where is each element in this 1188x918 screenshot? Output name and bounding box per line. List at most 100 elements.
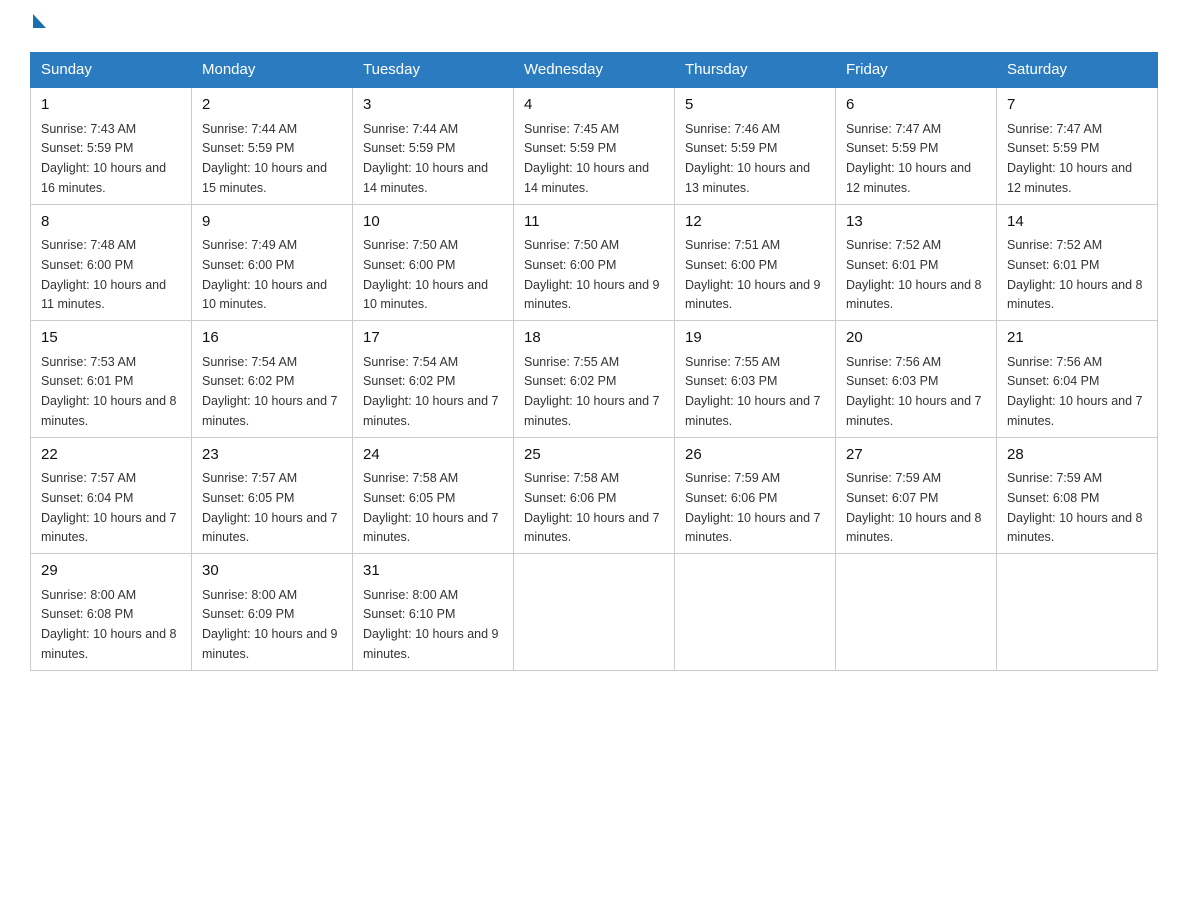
day-info: Sunrise: 7:50 AMSunset: 6:00 PMDaylight:… bbox=[524, 238, 660, 311]
calendar-header-wednesday: Wednesday bbox=[514, 53, 675, 88]
day-number: 18 bbox=[524, 327, 664, 350]
day-number: 9 bbox=[202, 211, 342, 234]
page-header bbox=[30, 20, 1158, 34]
day-info: Sunrise: 7:47 AMSunset: 5:59 PMDaylight:… bbox=[1007, 122, 1132, 195]
calendar-cell: 16 Sunrise: 7:54 AMSunset: 6:02 PMDaylig… bbox=[192, 321, 353, 438]
calendar-week-row: 15 Sunrise: 7:53 AMSunset: 6:01 PMDaylig… bbox=[31, 321, 1158, 438]
day-info: Sunrise: 7:49 AMSunset: 6:00 PMDaylight:… bbox=[202, 238, 327, 311]
day-number: 19 bbox=[685, 327, 825, 350]
calendar-week-row: 1 Sunrise: 7:43 AMSunset: 5:59 PMDayligh… bbox=[31, 87, 1158, 204]
calendar-cell: 13 Sunrise: 7:52 AMSunset: 6:01 PMDaylig… bbox=[836, 204, 997, 321]
calendar-cell: 21 Sunrise: 7:56 AMSunset: 6:04 PMDaylig… bbox=[997, 321, 1158, 438]
day-number: 6 bbox=[846, 94, 986, 117]
day-number: 16 bbox=[202, 327, 342, 350]
day-info: Sunrise: 8:00 AMSunset: 6:08 PMDaylight:… bbox=[41, 588, 177, 661]
calendar-cell: 4 Sunrise: 7:45 AMSunset: 5:59 PMDayligh… bbox=[514, 87, 675, 204]
calendar-header-friday: Friday bbox=[836, 53, 997, 88]
day-info: Sunrise: 7:58 AMSunset: 6:05 PMDaylight:… bbox=[363, 471, 499, 544]
day-number: 28 bbox=[1007, 444, 1147, 467]
calendar-header-row: SundayMondayTuesdayWednesdayThursdayFrid… bbox=[31, 53, 1158, 88]
calendar-cell: 19 Sunrise: 7:55 AMSunset: 6:03 PMDaylig… bbox=[675, 321, 836, 438]
day-info: Sunrise: 7:54 AMSunset: 6:02 PMDaylight:… bbox=[202, 355, 338, 428]
day-info: Sunrise: 7:44 AMSunset: 5:59 PMDaylight:… bbox=[363, 122, 488, 195]
day-number: 23 bbox=[202, 444, 342, 467]
calendar-cell: 2 Sunrise: 7:44 AMSunset: 5:59 PMDayligh… bbox=[192, 87, 353, 204]
day-number: 31 bbox=[363, 560, 503, 583]
day-number: 10 bbox=[363, 211, 503, 234]
day-number: 25 bbox=[524, 444, 664, 467]
calendar-week-row: 29 Sunrise: 8:00 AMSunset: 6:08 PMDaylig… bbox=[31, 554, 1158, 671]
calendar-cell: 5 Sunrise: 7:46 AMSunset: 5:59 PMDayligh… bbox=[675, 87, 836, 204]
day-number: 1 bbox=[41, 94, 181, 117]
day-number: 20 bbox=[846, 327, 986, 350]
calendar-header-sunday: Sunday bbox=[31, 53, 192, 88]
calendar-cell: 30 Sunrise: 8:00 AMSunset: 6:09 PMDaylig… bbox=[192, 554, 353, 671]
day-number: 7 bbox=[1007, 94, 1147, 117]
day-info: Sunrise: 7:59 AMSunset: 6:06 PMDaylight:… bbox=[685, 471, 821, 544]
day-info: Sunrise: 7:48 AMSunset: 6:00 PMDaylight:… bbox=[41, 238, 166, 311]
calendar-cell: 11 Sunrise: 7:50 AMSunset: 6:00 PMDaylig… bbox=[514, 204, 675, 321]
day-number: 4 bbox=[524, 94, 664, 117]
calendar-cell: 6 Sunrise: 7:47 AMSunset: 5:59 PMDayligh… bbox=[836, 87, 997, 204]
day-number: 2 bbox=[202, 94, 342, 117]
calendar-cell: 10 Sunrise: 7:50 AMSunset: 6:00 PMDaylig… bbox=[353, 204, 514, 321]
calendar-cell: 29 Sunrise: 8:00 AMSunset: 6:08 PMDaylig… bbox=[31, 554, 192, 671]
day-number: 12 bbox=[685, 211, 825, 234]
day-info: Sunrise: 7:56 AMSunset: 6:03 PMDaylight:… bbox=[846, 355, 982, 428]
calendar-cell: 12 Sunrise: 7:51 AMSunset: 6:00 PMDaylig… bbox=[675, 204, 836, 321]
calendar-table: SundayMondayTuesdayWednesdayThursdayFrid… bbox=[30, 52, 1158, 671]
day-info: Sunrise: 7:59 AMSunset: 6:07 PMDaylight:… bbox=[846, 471, 982, 544]
day-info: Sunrise: 7:54 AMSunset: 6:02 PMDaylight:… bbox=[363, 355, 499, 428]
calendar-cell: 24 Sunrise: 7:58 AMSunset: 6:05 PMDaylig… bbox=[353, 437, 514, 554]
day-number: 15 bbox=[41, 327, 181, 350]
calendar-body: 1 Sunrise: 7:43 AMSunset: 5:59 PMDayligh… bbox=[31, 87, 1158, 670]
day-info: Sunrise: 7:53 AMSunset: 6:01 PMDaylight:… bbox=[41, 355, 177, 428]
day-info: Sunrise: 7:57 AMSunset: 6:05 PMDaylight:… bbox=[202, 471, 338, 544]
calendar-cell: 27 Sunrise: 7:59 AMSunset: 6:07 PMDaylig… bbox=[836, 437, 997, 554]
calendar-cell: 1 Sunrise: 7:43 AMSunset: 5:59 PMDayligh… bbox=[31, 87, 192, 204]
calendar-cell: 25 Sunrise: 7:58 AMSunset: 6:06 PMDaylig… bbox=[514, 437, 675, 554]
day-number: 29 bbox=[41, 560, 181, 583]
calendar-cell: 23 Sunrise: 7:57 AMSunset: 6:05 PMDaylig… bbox=[192, 437, 353, 554]
calendar-cell: 3 Sunrise: 7:44 AMSunset: 5:59 PMDayligh… bbox=[353, 87, 514, 204]
day-info: Sunrise: 7:50 AMSunset: 6:00 PMDaylight:… bbox=[363, 238, 488, 311]
day-info: Sunrise: 7:51 AMSunset: 6:00 PMDaylight:… bbox=[685, 238, 821, 311]
calendar-cell bbox=[836, 554, 997, 671]
day-number: 3 bbox=[363, 94, 503, 117]
calendar-cell: 15 Sunrise: 7:53 AMSunset: 6:01 PMDaylig… bbox=[31, 321, 192, 438]
calendar-cell: 8 Sunrise: 7:48 AMSunset: 6:00 PMDayligh… bbox=[31, 204, 192, 321]
day-info: Sunrise: 7:45 AMSunset: 5:59 PMDaylight:… bbox=[524, 122, 649, 195]
calendar-cell: 22 Sunrise: 7:57 AMSunset: 6:04 PMDaylig… bbox=[31, 437, 192, 554]
day-info: Sunrise: 8:00 AMSunset: 6:09 PMDaylight:… bbox=[202, 588, 338, 661]
calendar-cell: 9 Sunrise: 7:49 AMSunset: 6:00 PMDayligh… bbox=[192, 204, 353, 321]
day-number: 8 bbox=[41, 211, 181, 234]
calendar-cell: 17 Sunrise: 7:54 AMSunset: 6:02 PMDaylig… bbox=[353, 321, 514, 438]
day-number: 17 bbox=[363, 327, 503, 350]
day-info: Sunrise: 8:00 AMSunset: 6:10 PMDaylight:… bbox=[363, 588, 499, 661]
calendar-cell: 26 Sunrise: 7:59 AMSunset: 6:06 PMDaylig… bbox=[675, 437, 836, 554]
calendar-cell bbox=[997, 554, 1158, 671]
calendar-header-saturday: Saturday bbox=[997, 53, 1158, 88]
day-number: 30 bbox=[202, 560, 342, 583]
logo bbox=[30, 20, 46, 34]
day-number: 24 bbox=[363, 444, 503, 467]
day-info: Sunrise: 7:52 AMSunset: 6:01 PMDaylight:… bbox=[1007, 238, 1143, 311]
day-number: 13 bbox=[846, 211, 986, 234]
day-number: 11 bbox=[524, 211, 664, 234]
day-number: 27 bbox=[846, 444, 986, 467]
calendar-cell: 18 Sunrise: 7:55 AMSunset: 6:02 PMDaylig… bbox=[514, 321, 675, 438]
calendar-cell: 7 Sunrise: 7:47 AMSunset: 5:59 PMDayligh… bbox=[997, 87, 1158, 204]
day-number: 21 bbox=[1007, 327, 1147, 350]
calendar-header-thursday: Thursday bbox=[675, 53, 836, 88]
calendar-cell: 20 Sunrise: 7:56 AMSunset: 6:03 PMDaylig… bbox=[836, 321, 997, 438]
day-number: 14 bbox=[1007, 211, 1147, 234]
day-info: Sunrise: 7:44 AMSunset: 5:59 PMDaylight:… bbox=[202, 122, 327, 195]
day-info: Sunrise: 7:46 AMSunset: 5:59 PMDaylight:… bbox=[685, 122, 810, 195]
calendar-week-row: 8 Sunrise: 7:48 AMSunset: 6:00 PMDayligh… bbox=[31, 204, 1158, 321]
calendar-cell bbox=[675, 554, 836, 671]
day-info: Sunrise: 7:57 AMSunset: 6:04 PMDaylight:… bbox=[41, 471, 177, 544]
day-info: Sunrise: 7:47 AMSunset: 5:59 PMDaylight:… bbox=[846, 122, 971, 195]
day-number: 5 bbox=[685, 94, 825, 117]
day-info: Sunrise: 7:59 AMSunset: 6:08 PMDaylight:… bbox=[1007, 471, 1143, 544]
day-info: Sunrise: 7:58 AMSunset: 6:06 PMDaylight:… bbox=[524, 471, 660, 544]
